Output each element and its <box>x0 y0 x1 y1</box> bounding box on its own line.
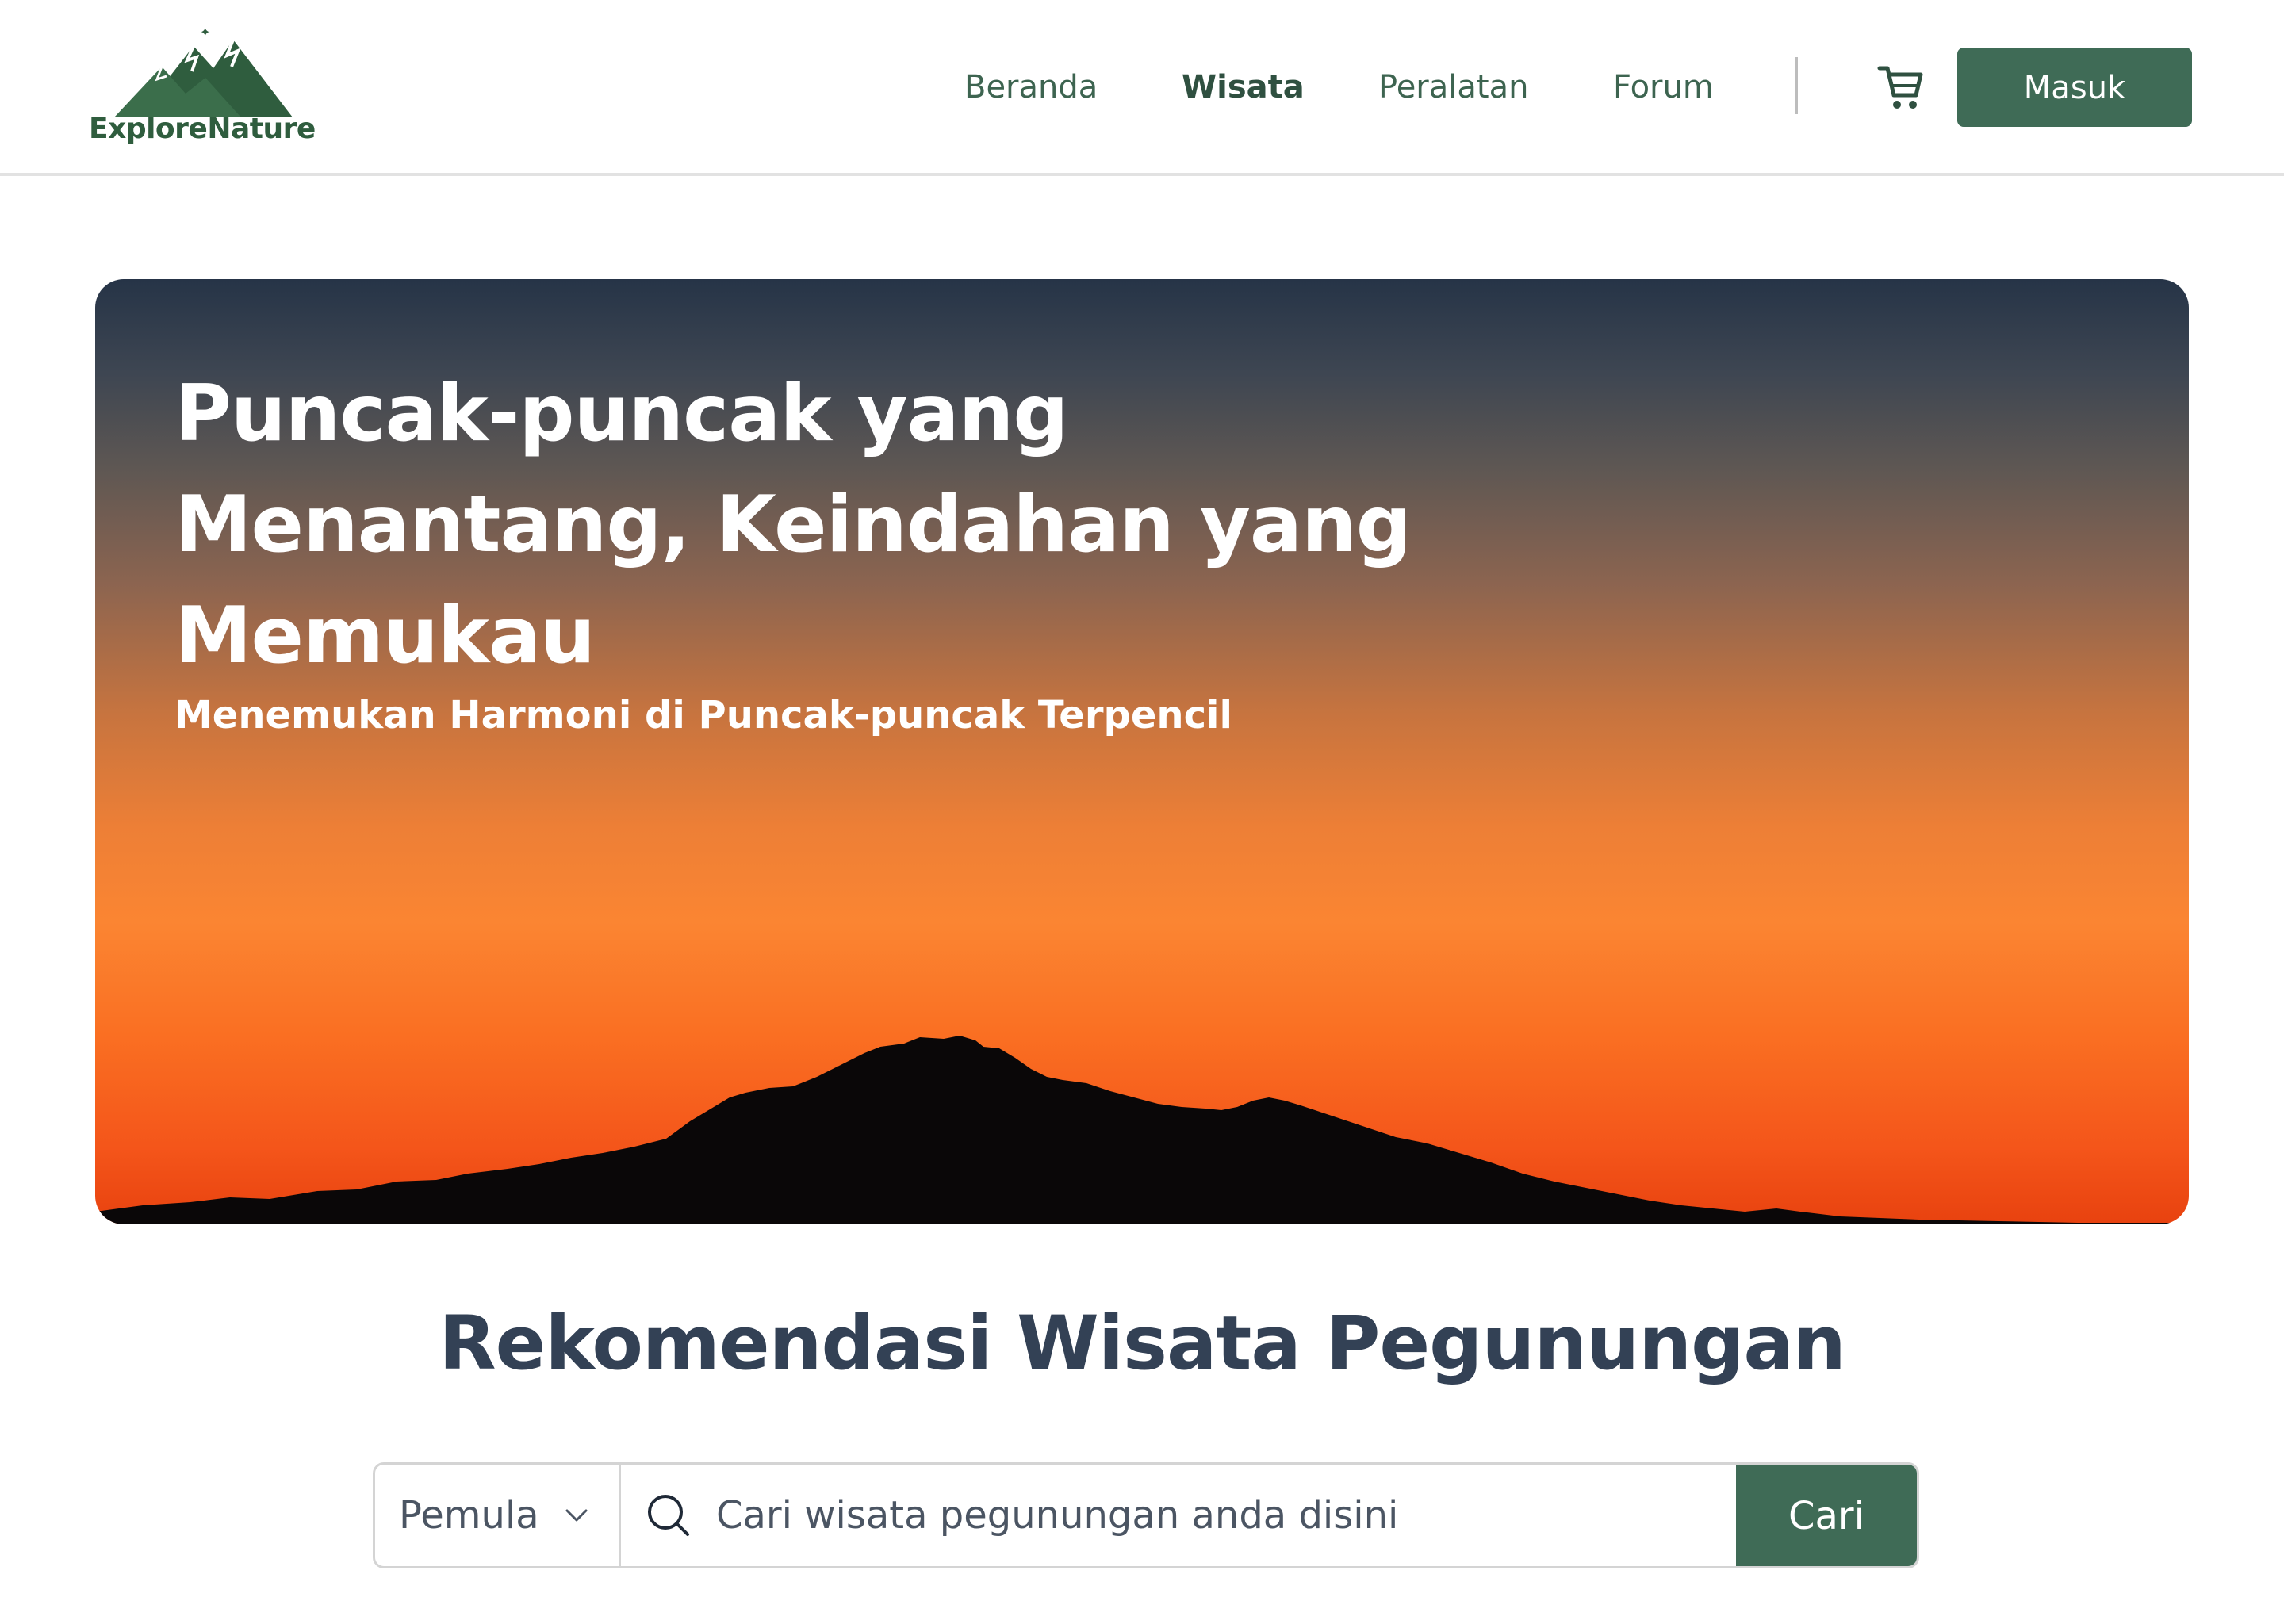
chevron-down-icon <box>565 1509 588 1522</box>
mountain-silhouette <box>95 1036 2189 1224</box>
shopping-cart-icon[interactable] <box>1876 62 1924 113</box>
nav-item-beranda[interactable]: Beranda <box>964 62 1098 113</box>
section-title: Rekomendasi Wisata Pegunungan <box>439 1300 1846 1387</box>
search-input[interactable] <box>708 1476 1470 1555</box>
mountain-logo-icon: ✦ <box>114 25 293 117</box>
nav-divider <box>1795 57 1798 114</box>
brand-logo[interactable]: ✦ ExploreNature <box>89 22 316 157</box>
hero-title: Puncak-puncak yang Menantang, Keindahan … <box>174 369 1412 681</box>
svg-text:✦: ✦ <box>200 25 210 40</box>
site-header: ✦ ExploreNature Beranda Wisata Peralatan… <box>0 0 2284 176</box>
search-button[interactable]: Cari <box>1736 1465 1917 1566</box>
brand-name: ExploreNature <box>89 113 316 145</box>
login-button[interactable]: Masuk <box>1957 48 2192 127</box>
nav-item-peralatan[interactable]: Peralatan <box>1378 62 1528 113</box>
hero-banner: Puncak-puncak yang Menantang, Keindahan … <box>95 279 2189 1224</box>
nav-item-forum[interactable]: Forum <box>1613 62 1714 113</box>
difficulty-select[interactable]: Pemula <box>375 1465 621 1566</box>
search-icon <box>648 1495 689 1536</box>
hero-subtitle: Menemukan Harmoni di Puncak-puncak Terpe… <box>174 693 1232 737</box>
search-bar: Pemula Cari <box>373 1462 1919 1568</box>
difficulty-select-value: Pemula <box>399 1493 539 1538</box>
nav-item-wisata[interactable]: Wisata <box>1182 62 1305 113</box>
